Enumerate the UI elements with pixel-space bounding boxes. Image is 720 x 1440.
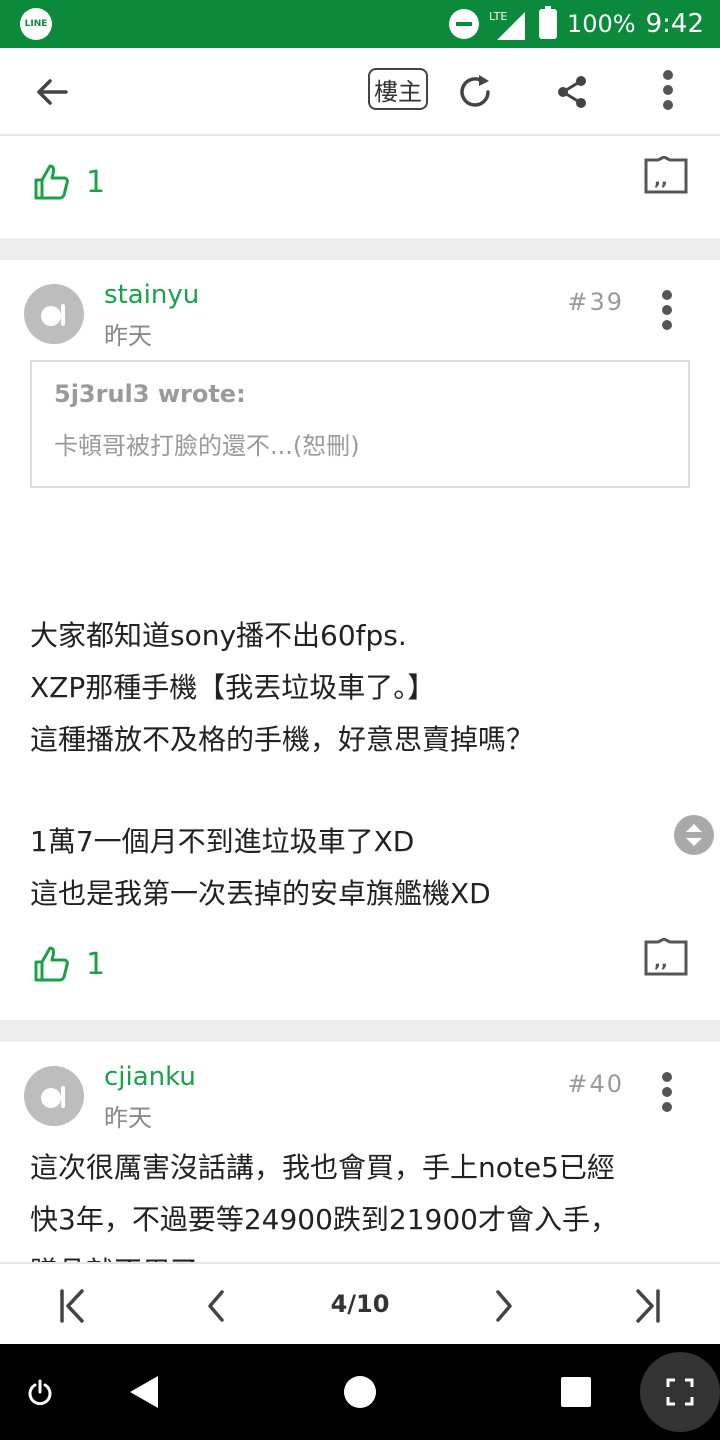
back-button[interactable] [22, 62, 82, 122]
like-button[interactable]: 1 [32, 162, 105, 202]
post-card: stainyu 昨天 #39 5j3rul3 wrote: 卡頓哥被打臉的還不.… [0, 260, 720, 1020]
post-separator [0, 238, 720, 260]
default-avatar-icon [41, 1086, 65, 1108]
default-avatar-icon [41, 304, 65, 326]
more-vert-icon [661, 69, 675, 115]
post-more-icon[interactable] [660, 290, 674, 335]
post-body-line: 大家都知道sony播不出60fps. [30, 619, 407, 652]
signal-icon: LTE [489, 10, 525, 40]
previous-page-button[interactable] [192, 1282, 240, 1330]
recents-button[interactable] [552, 1368, 600, 1416]
scroll-arrows-icon [686, 824, 702, 846]
reply-button[interactable]: ,, [644, 155, 688, 200]
like-button[interactable]: 1 [32, 944, 105, 984]
fullscreen-button[interactable] [640, 1352, 720, 1432]
post-body-line: 這次很厲害沒話講，我也會買，手上note5已經 [30, 1151, 615, 1184]
post-body-line: 這也是我第一次丟掉的安卓旗艦機XD [30, 877, 491, 910]
fullscreen-icon [666, 1378, 694, 1406]
post-body-line: XZP那種手機【我丟垃圾車了。】 [30, 671, 436, 704]
quote-block: 5j3rul3 wrote: 卡頓哥被打臉的還不...(恕刪) [30, 360, 690, 488]
do-not-disturb-icon [448, 9, 479, 39]
triangle-back-icon [130, 1376, 158, 1408]
battery-icon [538, 6, 557, 39]
post-username[interactable]: stainyu [104, 280, 199, 310]
network-type: LTE [489, 10, 507, 23]
like-count: 1 [86, 164, 106, 200]
post-time: 昨天 [104, 1104, 152, 1132]
chevron-right-icon [496, 1290, 512, 1322]
post-username[interactable]: cjianku [104, 1062, 196, 1092]
reply-button[interactable]: ,, [644, 937, 688, 982]
power-icon [28, 1379, 52, 1406]
avatar[interactable] [24, 284, 84, 344]
post-body-line: 這種播放不及格的手機，好意思賣掉嗎？ [30, 723, 535, 756]
overflow-menu-button[interactable] [638, 62, 698, 122]
status-bar: LINE LTE 100% 9:42 [0, 0, 720, 48]
svg-text:,,: ,, [654, 169, 668, 190]
quote-text: 卡頓哥被打臉的還不...(恕刪) [54, 432, 360, 460]
power-button[interactable] [16, 1368, 64, 1416]
last-page-button[interactable] [624, 1282, 672, 1330]
square-recents-icon [561, 1377, 591, 1407]
first-page-button[interactable] [48, 1282, 96, 1330]
next-page-button[interactable] [480, 1282, 528, 1330]
last-page-icon [636, 1289, 660, 1323]
first-page-icon [60, 1289, 84, 1323]
back-nav-button[interactable] [120, 1368, 168, 1416]
author-only-button[interactable]: 樓主 [368, 68, 428, 110]
like-count: 1 [86, 946, 106, 982]
post-time: 昨天 [104, 322, 152, 350]
avatar[interactable] [24, 1066, 84, 1126]
top-toolbar: 樓主 [0, 48, 720, 136]
status-icons: LTE 100% 9:42 [448, 0, 704, 48]
post-body-line: 贈品就不用了 [30, 1250, 198, 1262]
arrow-back-icon [37, 79, 68, 105]
refresh-icon [460, 75, 490, 107]
thumbs-up-icon [34, 164, 69, 200]
clock: 9:42 [645, 9, 704, 39]
line-app-icon: LINE [20, 8, 52, 40]
battery-level: 100% [566, 10, 636, 38]
circle-home-icon [344, 1376, 376, 1408]
post-separator [0, 1020, 720, 1042]
home-button[interactable] [336, 1368, 384, 1416]
page-indicator[interactable]: 4/10 [300, 1290, 420, 1318]
post-body-line: 快3年，不過要等24900跌到21900才會入手， [30, 1203, 618, 1236]
post-card: cjianku 昨天 #40 這次很厲害沒話講，我也會買，手上note5已經 快… [0, 1042, 720, 1262]
quote-reply-icon: ,, [644, 155, 688, 194]
post-floor-number: #39 [567, 288, 624, 316]
post-more-icon[interactable] [660, 1072, 674, 1117]
share-icon [558, 76, 586, 108]
quote-author: 5j3rul3 wrote: [54, 380, 246, 408]
post-body-line: 1萬7一個月不到進垃圾車了XD [30, 825, 415, 858]
previous-post-footer: 1 ,, [0, 138, 720, 238]
post-floor-number: #40 [567, 1070, 624, 1098]
page-navigation: 4/10 [0, 1262, 720, 1344]
svg-text:,,: ,, [654, 951, 668, 972]
refresh-button[interactable] [445, 62, 505, 122]
share-button[interactable] [542, 62, 602, 122]
thumbs-up-icon [34, 946, 69, 982]
fast-scroll-handle[interactable] [674, 815, 714, 855]
quote-reply-icon: ,, [644, 937, 688, 976]
chevron-left-icon [208, 1290, 224, 1322]
system-navigation-bar [0, 1344, 720, 1440]
